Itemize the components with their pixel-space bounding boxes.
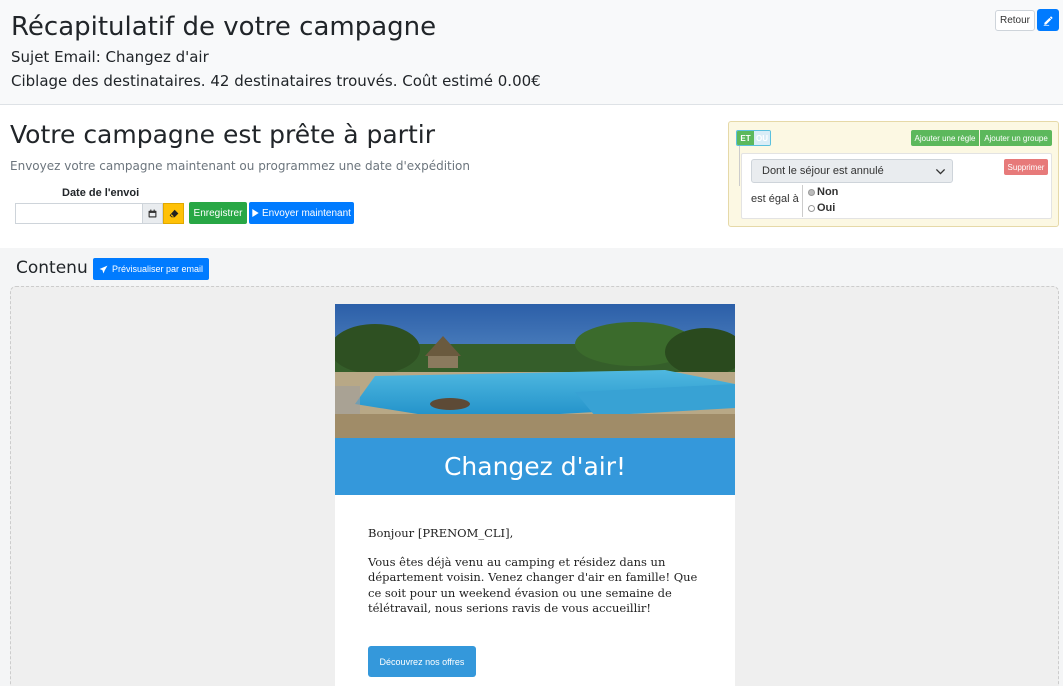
preview-email-button[interactable]: Prévisualiser par email bbox=[93, 258, 209, 280]
calendar-button[interactable] bbox=[142, 203, 163, 224]
back-button[interactable]: Retour bbox=[995, 10, 1035, 31]
send-now-label: Envoyer maintenant bbox=[262, 207, 351, 219]
send-now-button[interactable]: Envoyer maintenant bbox=[249, 202, 354, 224]
or-button[interactable]: OU bbox=[754, 131, 770, 145]
clear-date-button[interactable] bbox=[163, 203, 184, 224]
content-title: Contenu bbox=[16, 258, 88, 278]
rule-item: Dont le séjour est annulé Supprimer est … bbox=[741, 153, 1052, 219]
targeting-rules-panel: ET OU Ajouter une règle Ajouter un group… bbox=[728, 121, 1059, 227]
chevron-down-icon bbox=[935, 168, 946, 175]
edit-icon bbox=[1043, 15, 1053, 26]
email-body: Bonjour [PRENOM_CLI], Vous êtes déjà ven… bbox=[368, 526, 708, 617]
email-banner: Changez d'air! bbox=[335, 438, 735, 495]
divider bbox=[802, 185, 803, 217]
preview-label: Prévisualiser par email bbox=[111, 264, 204, 274]
operator-label: est égal à bbox=[751, 193, 799, 205]
add-group-button[interactable]: Ajouter un groupe bbox=[980, 130, 1052, 146]
radio-label: Non bbox=[817, 186, 839, 198]
campaign-summary: Récapitulatif de votre campagne Sujet Em… bbox=[0, 0, 1063, 105]
rule-field-value: Dont le séjour est annulé bbox=[762, 165, 884, 177]
offers-cta-button[interactable]: Découvrez nos offres bbox=[368, 646, 476, 677]
email-subject: Sujet Email: Changez d'air bbox=[11, 48, 209, 66]
rule-connector bbox=[739, 146, 740, 186]
radio-button[interactable] bbox=[808, 204, 815, 212]
eraser-icon bbox=[169, 209, 178, 218]
targeting-summary: Ciblage des destinataires. 42 destinatai… bbox=[11, 72, 541, 90]
condition-toggle: ET OU bbox=[736, 130, 771, 146]
email-greeting: Bonjour [PRENOM_CLI], bbox=[368, 526, 514, 540]
radio-button-selected[interactable] bbox=[808, 188, 815, 196]
rule-field-select[interactable]: Dont le séjour est annulé bbox=[751, 159, 953, 183]
send-date-label: Date de l'envoi bbox=[62, 187, 140, 199]
calendar-icon bbox=[148, 209, 157, 218]
pool-photo bbox=[335, 304, 735, 438]
delete-rule-button[interactable]: Supprimer bbox=[1004, 159, 1048, 175]
radio-label: Oui bbox=[817, 202, 836, 214]
save-button[interactable]: Enregistrer bbox=[189, 202, 247, 224]
ready-subtitle: Envoyez votre campagne maintenant ou pro… bbox=[10, 159, 471, 173]
ready-title: Votre campagne est prête à partir bbox=[10, 120, 435, 149]
email-paragraph: Vous êtes déjà venu au camping et réside… bbox=[368, 554, 698, 616]
and-button[interactable]: ET bbox=[737, 131, 754, 145]
email-preview: Changez d'air! Bonjour [PRENOM_CLI], Vou… bbox=[335, 304, 735, 686]
paper-plane-icon bbox=[99, 265, 108, 273]
add-rule-button[interactable]: Ajouter une règle bbox=[911, 130, 979, 146]
radio-option-non[interactable]: Non bbox=[808, 186, 838, 198]
play-icon bbox=[252, 209, 259, 217]
edit-button[interactable] bbox=[1037, 9, 1059, 31]
page-title: Récapitulatif de votre campagne bbox=[11, 12, 437, 42]
hero-image bbox=[335, 304, 735, 438]
send-date-input[interactable] bbox=[15, 203, 143, 224]
radio-option-oui[interactable]: Oui bbox=[808, 202, 835, 214]
